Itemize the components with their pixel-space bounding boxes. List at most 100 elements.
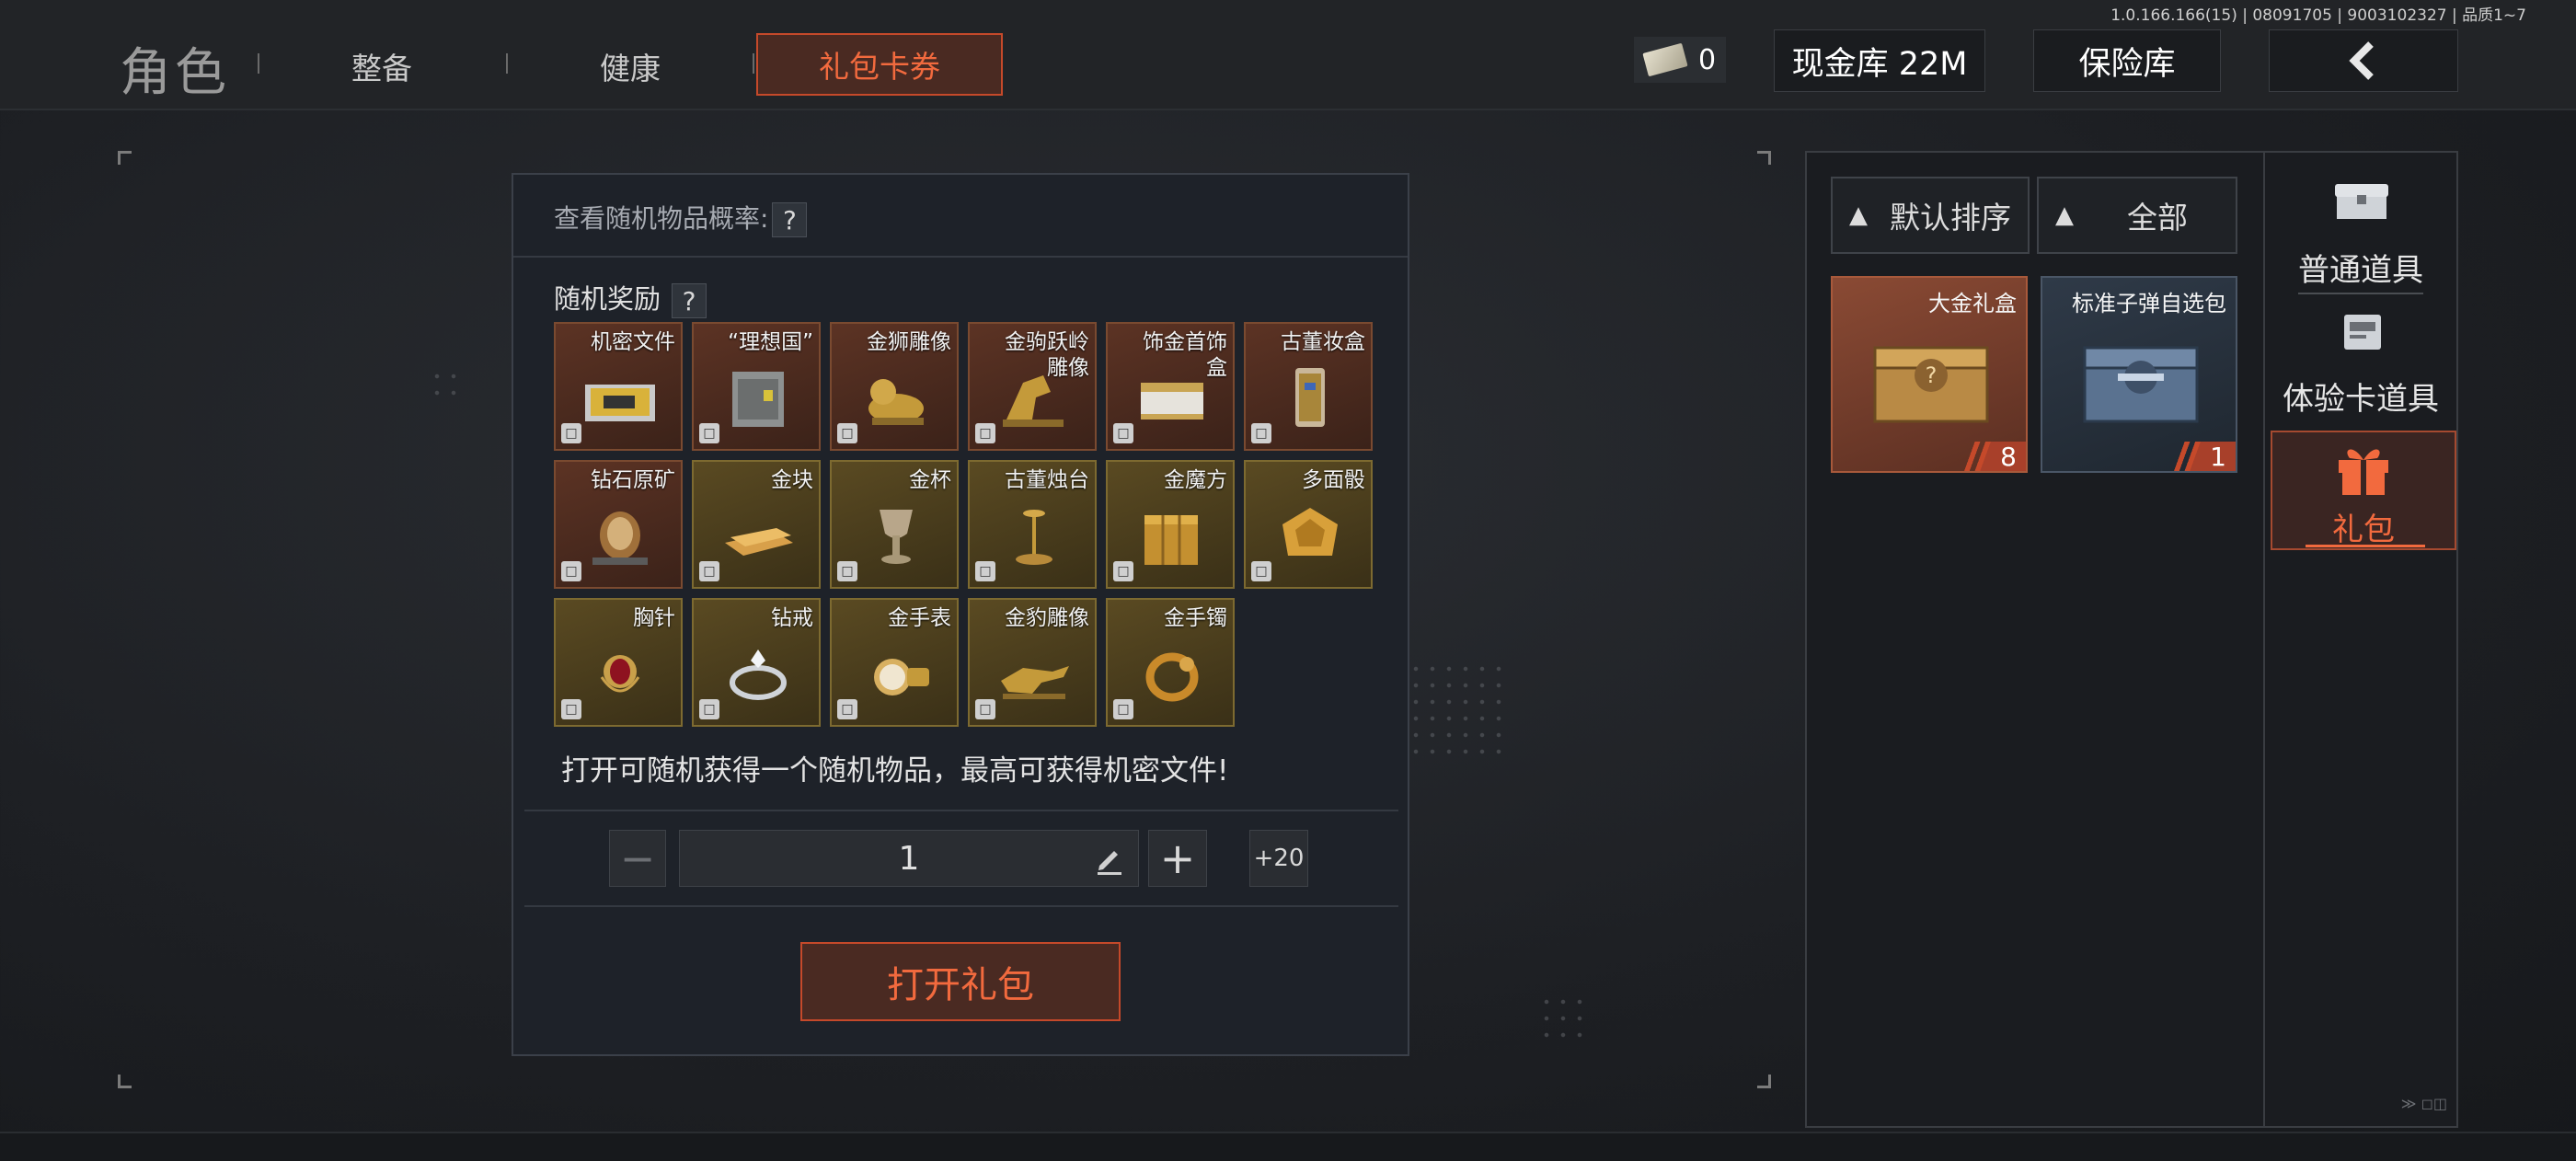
reward-item-art — [585, 385, 655, 421]
chevron-up-icon: ▲ — [2055, 201, 2074, 229]
inventory-item-name: 大金礼盒 — [1928, 291, 2017, 316]
vault-button[interactable]: 现金库 22M — [1774, 29, 1985, 92]
reward-title-text: 随机奖励 — [554, 283, 661, 315]
tab-divider — [753, 53, 754, 74]
reward-item-art — [732, 372, 784, 427]
item-tag-icon: □ — [837, 561, 857, 581]
category-gift-active[interactable]: 礼包 — [2271, 431, 2456, 550]
sort-dropdown[interactable]: ▲ 默认排序 — [1831, 177, 2030, 254]
back-arrow-icon — [2349, 41, 2374, 80]
reward-item-art — [1282, 508, 1338, 556]
reward-item-name: 机密文件 — [591, 330, 675, 354]
decor-dots — [1538, 994, 1593, 1049]
reward-item-name: 金狮雕像 — [867, 330, 951, 354]
item-tag-icon: □ — [1113, 423, 1133, 443]
reward-item-art — [880, 510, 913, 564]
reward-item-art — [600, 655, 640, 693]
chest-icon — [2335, 184, 2388, 219]
item-tag-icon: □ — [975, 699, 995, 719]
reward-title: 随机奖励? — [554, 278, 707, 318]
category-panel: 普通道具 体验卡道具 — [2265, 151, 2458, 1128]
reward-item-art — [592, 512, 648, 565]
reward-help-icon[interactable]: ? — [672, 283, 707, 318]
reward-item-name: 饰金首饰盒 — [1143, 330, 1227, 380]
card-icon — [2344, 315, 2381, 350]
reward-item-art — [1001, 666, 1069, 699]
reward-item[interactable]: 胸针 □ — [554, 598, 683, 727]
back-button[interactable] — [2269, 29, 2458, 92]
sort-label: 默认排序 — [1890, 200, 2011, 236]
tab-health[interactable]: 健康 — [600, 44, 661, 88]
tab-divider — [258, 53, 259, 74]
category-gift-label: 礼包 — [2332, 512, 2395, 548]
divider — [524, 810, 1398, 811]
reward-item-name: 金驹跃岭雕像 — [1005, 330, 1089, 380]
reward-item[interactable]: 古董妆盒 □ — [1244, 322, 1373, 451]
reward-item-name: 金杯 — [909, 468, 951, 492]
gift-description: 打开可随机获得一个随机物品，最高可获得机密文件! — [561, 754, 1229, 787]
reward-item[interactable]: 多面骰 □ — [1244, 460, 1373, 589]
reward-item[interactable]: 钻石原矿 □ — [554, 460, 683, 589]
reward-item-name: 古董烛台 — [1005, 468, 1089, 492]
quantity-plus20-button[interactable]: +20 — [1249, 830, 1308, 887]
reward-item-art — [874, 659, 929, 695]
watermark-text: ≫ ◻◫ — [2400, 1095, 2447, 1112]
reward-item[interactable]: 金杯 □ — [830, 460, 959, 589]
category-trial-cards[interactable]: 体验卡道具 — [2265, 374, 2456, 419]
category-normal-items[interactable]: 普通道具 — [2265, 245, 2456, 290]
tab-equip[interactable]: 整备 — [351, 44, 412, 88]
reward-item[interactable]: 钻戒 □ — [692, 598, 821, 727]
gift-detail-panel: 查看随机物品概率:? 随机奖励? 机密文件 □ “理想国” □ 金狮雕像 □ 金驹跃岭雕像 □… — [512, 173, 1409, 1056]
reward-item[interactable]: 金魔方 □ — [1106, 460, 1235, 589]
filter-label: 全部 — [2127, 200, 2188, 236]
inventory-count: 1 — [2158, 442, 2236, 471]
tab-gift-cards[interactable]: 礼包卡券 — [756, 33, 1003, 96]
reward-item[interactable]: 金手镯 □ — [1106, 598, 1235, 727]
quantity-minus-button[interactable]: − — [609, 830, 666, 887]
probability-help-icon[interactable]: ? — [772, 202, 808, 237]
probability-row: 查看随机物品概率:? — [513, 175, 1408, 258]
safe-button[interactable]: 保险库 — [2033, 29, 2221, 92]
gift-icon — [2339, 449, 2388, 495]
reward-item-name: 钻戒 — [771, 606, 813, 630]
tab-divider — [506, 53, 508, 74]
reward-item[interactable]: 金狮雕像 □ — [830, 322, 959, 451]
reward-item[interactable]: 金豹雕像 □ — [968, 598, 1097, 727]
inventory-item-ammo-pack[interactable]: 标准子弹自选包 1 — [2041, 276, 2237, 473]
reward-item-art — [1016, 510, 1052, 565]
reward-item-art — [725, 528, 793, 556]
item-tag-icon: □ — [1113, 699, 1133, 719]
corner-mark — [1757, 151, 1771, 165]
filter-dropdown[interactable]: ▲ 全部 — [2037, 177, 2237, 254]
decor-dots — [1408, 661, 1509, 762]
item-tag-icon: □ — [1251, 423, 1271, 443]
reward-item-art — [868, 379, 924, 425]
reward-item[interactable]: 古董烛台 □ — [968, 460, 1097, 589]
inventory-item-gold-box[interactable]: 大金礼盒 ? 8 — [1831, 276, 2028, 473]
tab-role[interactable]: 角色 — [120, 31, 230, 106]
gold-chest-icon: ? — [1873, 346, 1989, 423]
reward-item-name: 古董妆盒 — [1281, 330, 1365, 354]
item-tag-icon: □ — [561, 561, 581, 581]
bottom-bar — [0, 1132, 2576, 1161]
item-tag-icon: □ — [699, 561, 719, 581]
reward-item-name: 钻石原矿 — [591, 468, 675, 492]
active-underline — [2306, 545, 2425, 547]
item-tag-icon: □ — [975, 561, 995, 581]
corner-mark — [118, 1075, 132, 1088]
cash-icon — [1642, 42, 1688, 77]
probability-label: 查看随机物品概率:? — [554, 199, 808, 237]
item-tag-icon: □ — [837, 423, 857, 443]
reward-item[interactable]: 金块 □ — [692, 460, 821, 589]
reward-item[interactable]: 机密文件 □ — [554, 322, 683, 451]
item-tag-icon: □ — [561, 423, 581, 443]
quantity-input[interactable]: 1 — [679, 830, 1139, 887]
quantity-plus-button[interactable]: + — [1148, 830, 1207, 887]
decor-dots — [429, 368, 466, 405]
reward-item[interactable]: 饰金首饰盒 □ — [1106, 322, 1235, 451]
reward-item[interactable]: “理想国” □ — [692, 322, 821, 451]
open-gift-button[interactable]: 打开礼包 — [800, 942, 1121, 1021]
reward-item[interactable]: 金手表 □ — [830, 598, 959, 727]
reward-item[interactable]: 金驹跃岭雕像 □ — [968, 322, 1097, 451]
item-tag-icon: □ — [837, 699, 857, 719]
